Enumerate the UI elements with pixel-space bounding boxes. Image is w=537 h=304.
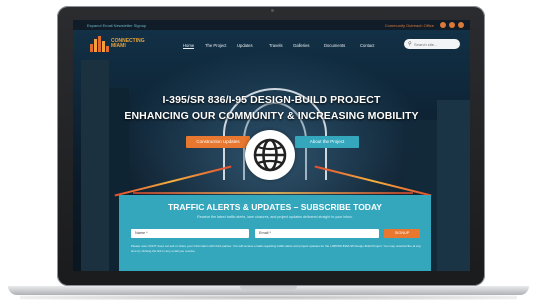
laptop-notch bbox=[240, 286, 297, 290]
name-label: Name * bbox=[135, 231, 148, 235]
globe-icon bbox=[253, 138, 287, 172]
construction-updates-button[interactable]: Construction Updates bbox=[186, 136, 250, 148]
twitter-icon[interactable] bbox=[449, 22, 455, 28]
name-field[interactable]: Name * bbox=[131, 229, 249, 238]
signup-button[interactable]: SIGNUP bbox=[384, 229, 420, 238]
top-bar: Espanol Email Newsletter Signup Communit… bbox=[73, 20, 470, 30]
nav-galleries[interactable]: Galleries bbox=[293, 43, 310, 48]
hero-title-line1: I-395/SR 836/I-95 DESIGN-BUILD PROJECT bbox=[162, 94, 381, 106]
nav-the-project[interactable]: The Project bbox=[205, 43, 226, 48]
nav-documents[interactable]: Documents bbox=[324, 43, 345, 48]
search-icon: ⚲ bbox=[408, 41, 412, 47]
about-project-button[interactable]: About the Project bbox=[295, 136, 359, 148]
fine-print: Please note: FDOT does not sell or share… bbox=[131, 244, 421, 253]
search-input[interactable] bbox=[414, 41, 458, 47]
main-nav: CONNECTING MIAMI Home The Project Update… bbox=[73, 30, 470, 58]
logo-text[interactable]: CONNECTING MIAMI bbox=[111, 39, 145, 49]
top-bar-links[interactable]: Espanol Email Newsletter Signup bbox=[87, 23, 146, 28]
nav-home[interactable]: Home bbox=[183, 43, 195, 49]
subscribe-text: Receive the latest traffic alerts, lane … bbox=[197, 215, 353, 219]
laptop-mockup: Espanol Email Newsletter Signup Communit… bbox=[0, 0, 537, 304]
email-field[interactable]: Email * bbox=[255, 229, 379, 238]
outreach-link[interactable]: Community Outreach Office bbox=[385, 23, 434, 28]
instagram-icon[interactable] bbox=[458, 22, 464, 28]
nav-travels[interactable]: Travels bbox=[269, 43, 283, 48]
hero-title-line2: ENHANCING OUR COMMUNITY & INCREASING MOB… bbox=[124, 110, 419, 122]
camera-dot bbox=[271, 9, 274, 12]
facebook-icon[interactable] bbox=[440, 22, 446, 28]
globe-badge bbox=[245, 130, 295, 180]
nav-updates[interactable]: Updates bbox=[237, 43, 253, 48]
search-box[interactable]: ⚲ bbox=[404, 39, 460, 49]
subscribe-panel: TRAFFIC ALERTS & UPDATES – SUBSCRIBE TOD… bbox=[119, 195, 431, 271]
building bbox=[437, 100, 470, 271]
laptop-shadow bbox=[20, 295, 517, 300]
website-screen: Espanol Email Newsletter Signup Communit… bbox=[73, 20, 470, 271]
building bbox=[81, 60, 109, 271]
email-label: Email * bbox=[259, 231, 272, 235]
subscribe-heading: TRAFFIC ALERTS & UPDATES – SUBSCRIBE TOD… bbox=[168, 202, 382, 212]
traffic-lights bbox=[133, 192, 413, 194]
logo-icon[interactable] bbox=[90, 36, 109, 52]
nav-contact[interactable]: Contact bbox=[360, 43, 374, 48]
